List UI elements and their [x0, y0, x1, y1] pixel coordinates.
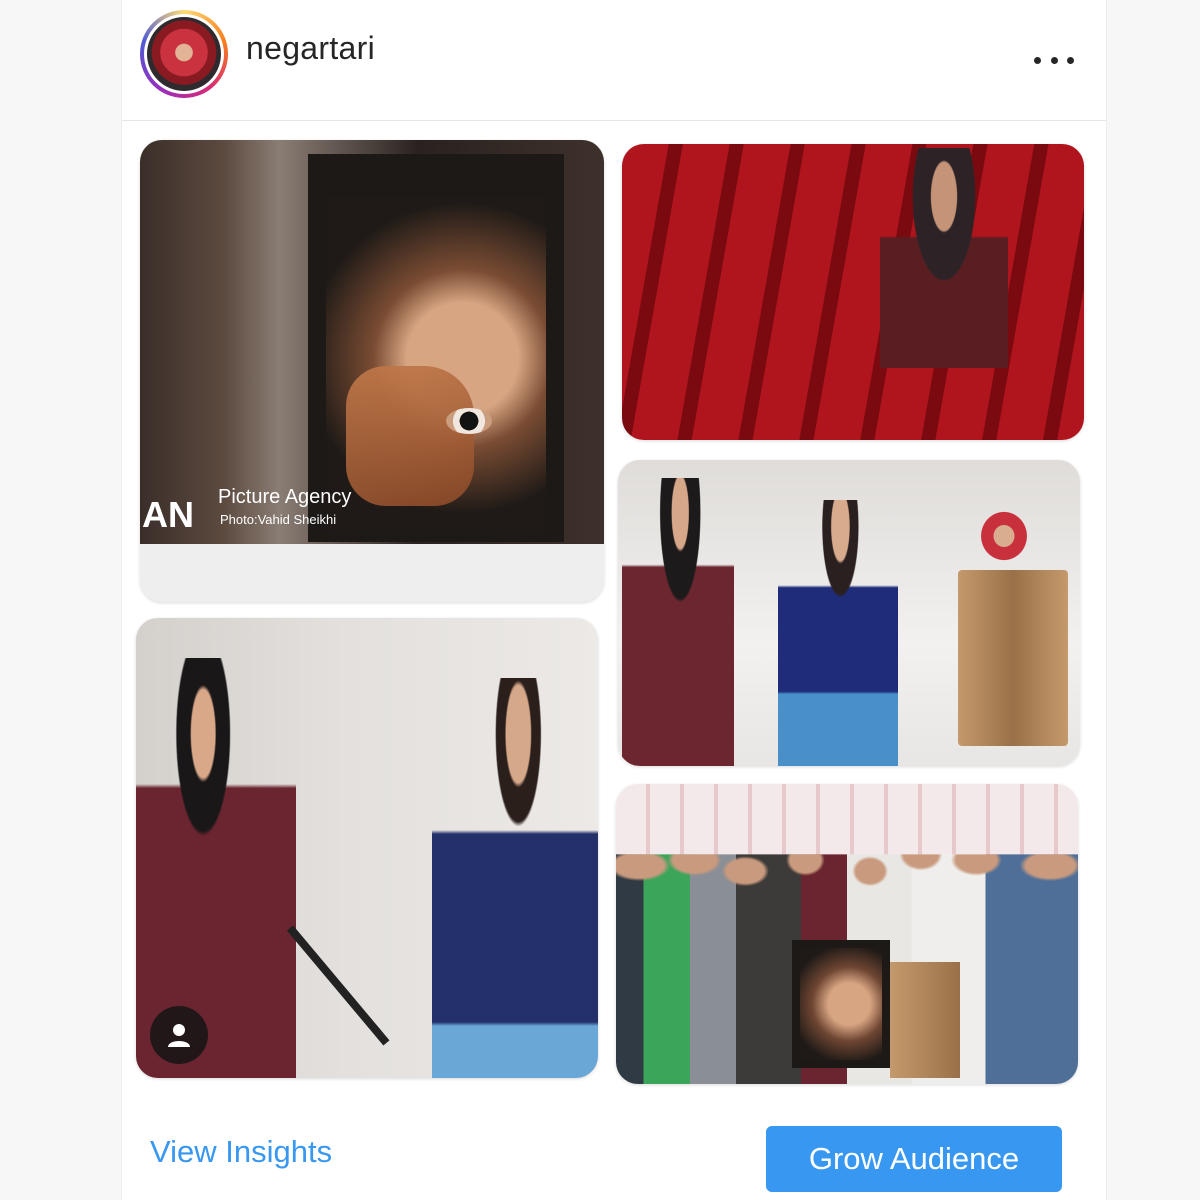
right-background [1106, 0, 1200, 1200]
view-insights-link[interactable]: View Insights [150, 1134, 332, 1170]
collage-photo-group[interactable] [616, 784, 1078, 1084]
collage-photo-stage-presentation[interactable] [618, 460, 1080, 766]
collage-photo-speaker[interactable] [136, 618, 598, 1078]
more-horizontal-icon[interactable] [1034, 50, 1074, 70]
collage-photo-theater-seats[interactable] [622, 144, 1084, 440]
tagged-people-icon[interactable] [150, 1006, 208, 1064]
collage-photo-framed-portrait[interactable]: AN Picture Agency Photo:Vahid Sheikhi [140, 140, 604, 602]
left-background [0, 0, 122, 1200]
watermark-photographer: Photo:Vahid Sheikhi [220, 512, 337, 527]
grow-audience-button[interactable]: Grow Audience [766, 1126, 1062, 1192]
avatar-photo [147, 17, 221, 91]
profile-avatar[interactable] [140, 10, 228, 98]
username[interactable]: negartari [246, 30, 375, 67]
watermark-agency-fragment: AN [142, 494, 194, 535]
watermark-agency: Picture Agency [218, 486, 352, 508]
